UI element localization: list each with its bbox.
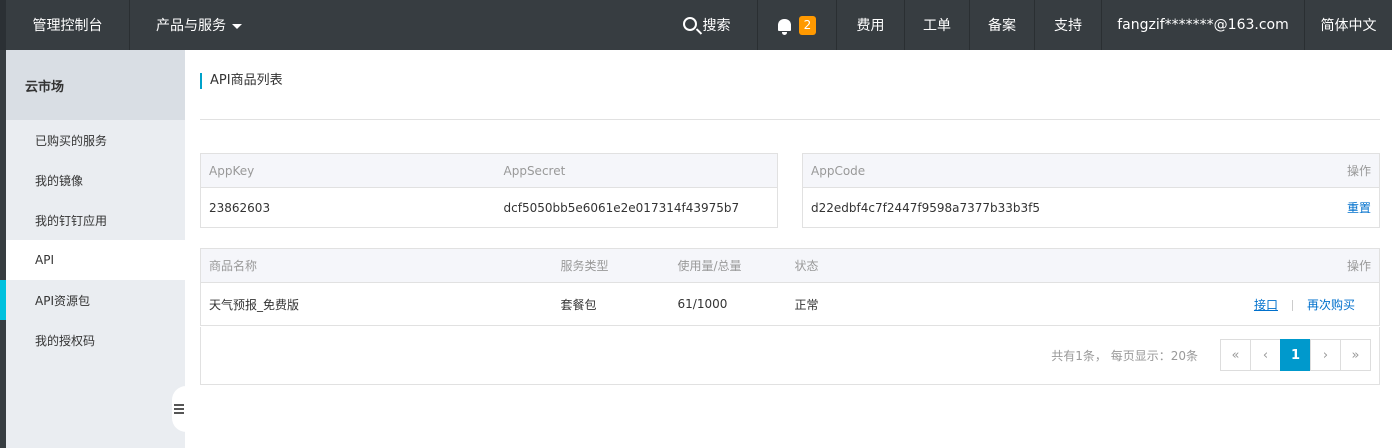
sidebar-item-my-images[interactable]: 我的镜像 xyxy=(6,160,185,200)
title-divider xyxy=(200,119,1380,120)
pagination-summary: 共有1条， 每页显示：20条 xyxy=(1051,349,1198,363)
header-status: 状态 xyxy=(786,248,924,283)
page-title: API商品列表 xyxy=(200,73,283,89)
caret-down-icon xyxy=(232,23,242,29)
bell-icon xyxy=(778,19,791,35)
status-value: 正常 xyxy=(794,297,819,312)
table-row: d22edbf4c7f2447f9598a7377b33b3f5 重置 xyxy=(803,188,1380,228)
rebuy-link[interactable]: 再次购买 xyxy=(1307,298,1355,312)
table-row: 23862603 dcf5050bb5e6061e2e017314f43975b… xyxy=(201,188,778,228)
support-link[interactable]: 支持 xyxy=(1034,0,1101,50)
header-service-type: 服务类型 xyxy=(552,248,670,283)
ticket-link[interactable]: 工单 xyxy=(904,0,969,50)
appcode-value: d22edbf4c7f2447f9598a7377b33b3f5 xyxy=(811,200,1041,215)
sidebar-item-auth-codes[interactable]: 我的授权码 xyxy=(6,320,185,360)
sidebar-collapse-button[interactable] xyxy=(172,386,186,432)
header-goods-operation: 操作 xyxy=(923,248,1380,283)
notification-badge: 2 xyxy=(799,15,816,35)
fee-link[interactable]: 费用 xyxy=(836,0,904,50)
sidebar: 云市场 已购买的服务 我的镜像 我的钉钉应用 API API资源包 我的授权码 xyxy=(6,50,185,448)
sidebar-item-api[interactable]: API xyxy=(6,240,185,280)
pagination-bar: 共有1条， 每页显示：20条 « ‹ 1 › » xyxy=(200,327,1380,385)
operation-divider xyxy=(1291,299,1293,311)
usage-value: 61/1000 xyxy=(677,297,728,311)
console-home-link[interactable]: 管理控制台 xyxy=(6,0,130,50)
header-usage: 使用量/总量 xyxy=(669,248,787,283)
next-page-button[interactable]: › xyxy=(1310,339,1341,371)
search-button[interactable]: 搜索 xyxy=(656,0,757,50)
user-account-menu[interactable]: fangzif*******@163.com xyxy=(1101,0,1304,50)
search-label: 搜索 xyxy=(702,18,731,34)
app-key-table: AppKey AppSecret 23862603 dcf5050bb5e606… xyxy=(200,153,778,228)
page-1-button[interactable]: 1 xyxy=(1280,339,1311,371)
top-navigation-bar: 管理控制台 产品与服务 搜索 2 费用 工单 备案 支持 fangzif****… xyxy=(0,0,1392,50)
header-appkey: AppKey xyxy=(200,153,496,188)
table-row: 天气预报_免费版 套餐包 61/1000 正常 接口 再次购买 xyxy=(201,283,1380,326)
appkey-value: 23862603 xyxy=(209,200,271,215)
goods-name: 天气预报_免费版 xyxy=(209,297,300,312)
language-switcher[interactable]: 简体中文 xyxy=(1304,0,1392,50)
sidebar-title: 云市场 xyxy=(6,50,185,120)
notification-button[interactable]: 2 xyxy=(757,0,836,50)
last-page-button[interactable]: » xyxy=(1340,339,1371,371)
header-operation: 操作 xyxy=(1297,153,1380,188)
appsecret-value: dcf5050bb5e6061e2e017314f43975b7 xyxy=(503,200,740,215)
sidebar-item-dingtalk-apps[interactable]: 我的钉钉应用 xyxy=(6,200,185,240)
pagination-controls: « ‹ 1 › » xyxy=(1220,339,1371,371)
search-icon xyxy=(682,17,697,31)
sidebar-item-purchased-services[interactable]: 已购买的服务 xyxy=(6,120,185,160)
api-link[interactable]: 接口 xyxy=(1254,298,1278,312)
main-content: API商品列表 AppKey AppSecret 23862603 dcf505… xyxy=(185,50,1392,448)
header-appcode: AppCode xyxy=(802,153,1298,188)
products-menu-label: 产品与服务 xyxy=(156,18,226,34)
app-code-table: AppCode 操作 d22edbf4c7f2447f9598a7377b33b… xyxy=(802,153,1380,228)
prev-page-button[interactable]: ‹ xyxy=(1250,339,1281,371)
service-type: 套餐包 xyxy=(560,297,597,312)
goods-table: 商品名称 服务类型 使用量/总量 状态 操作 天气预报_免费版 套餐包 61/1… xyxy=(200,248,1380,326)
sidebar-nav: 已购买的服务 我的镜像 我的钉钉应用 API API资源包 我的授权码 xyxy=(6,120,185,360)
header-goods-name: 商品名称 xyxy=(200,248,553,283)
record-link[interactable]: 备案 xyxy=(969,0,1034,50)
products-menu[interactable]: 产品与服务 xyxy=(130,0,270,50)
sidebar-item-api-resource-pack[interactable]: API资源包 xyxy=(6,280,185,320)
reset-button[interactable]: 重置 xyxy=(1347,201,1371,215)
header-appsecret: AppSecret xyxy=(495,153,778,188)
first-page-button[interactable]: « xyxy=(1220,339,1251,371)
list-collapse-icon xyxy=(174,404,184,414)
